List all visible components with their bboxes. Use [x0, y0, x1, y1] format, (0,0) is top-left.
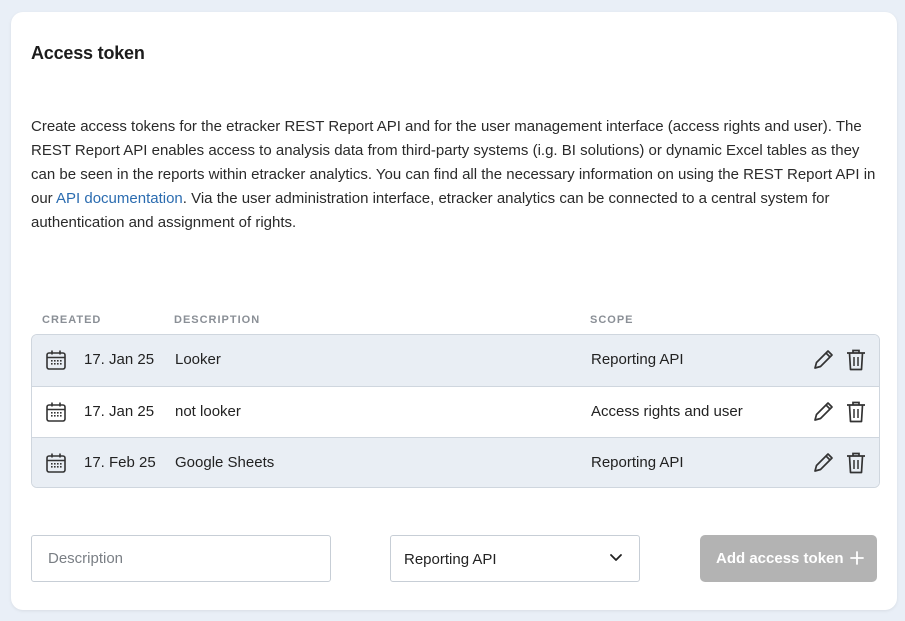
row-description: Looker [175, 351, 221, 368]
row-scope: Reporting API [591, 351, 684, 368]
add-access-token-button[interactable]: Add access token [700, 535, 877, 582]
page-title: Access token [31, 43, 145, 63]
row-scope: Access rights and user [591, 403, 743, 420]
table-row: 17. Jan 25 not looker Access rights and … [32, 386, 879, 437]
row-description: not looker [175, 403, 241, 420]
row-created: 17. Jan 25 [84, 403, 155, 420]
row-scope: Reporting API [591, 454, 684, 471]
trash-icon[interactable] [845, 400, 867, 424]
description-text: Create access tokens for the etracker RE… [31, 115, 881, 235]
row-created: 17. Feb 25 [84, 454, 156, 471]
access-token-card: Access token Create access tokens for th… [11, 12, 897, 610]
scope-select[interactable]: Reporting API [390, 535, 640, 582]
calendar-icon [46, 350, 66, 370]
pencil-icon[interactable] [812, 400, 834, 424]
table-row: 17. Jan 25 Looker Reporting API [32, 335, 879, 386]
table-row: 17. Feb 25 Google Sheets Reporting API [32, 437, 879, 487]
access-token-table: 17. Jan 25 Looker Reporting API 17. Jan … [31, 334, 880, 488]
chevron-down-icon [610, 554, 622, 561]
description-input[interactable] [31, 535, 331, 582]
calendar-icon [46, 402, 66, 422]
trash-icon[interactable] [845, 348, 867, 372]
add-access-token-label: Add access token [716, 550, 844, 567]
api-documentation-link[interactable]: API documentation [56, 190, 183, 207]
pencil-icon[interactable] [812, 348, 834, 372]
plus-icon [850, 551, 864, 565]
trash-icon[interactable] [845, 451, 867, 475]
row-description: Google Sheets [175, 454, 275, 471]
scope-select-value: Reporting API [404, 551, 497, 568]
column-header-scope: SCOPE [590, 314, 634, 326]
column-header-description: DESCRIPTION [174, 314, 261, 326]
row-created: 17. Jan 25 [84, 351, 155, 368]
column-header-created: CREATED [42, 314, 102, 326]
table-header: CREATED DESCRIPTION SCOPE [31, 312, 881, 330]
pencil-icon[interactable] [812, 451, 834, 475]
calendar-icon [46, 453, 66, 473]
